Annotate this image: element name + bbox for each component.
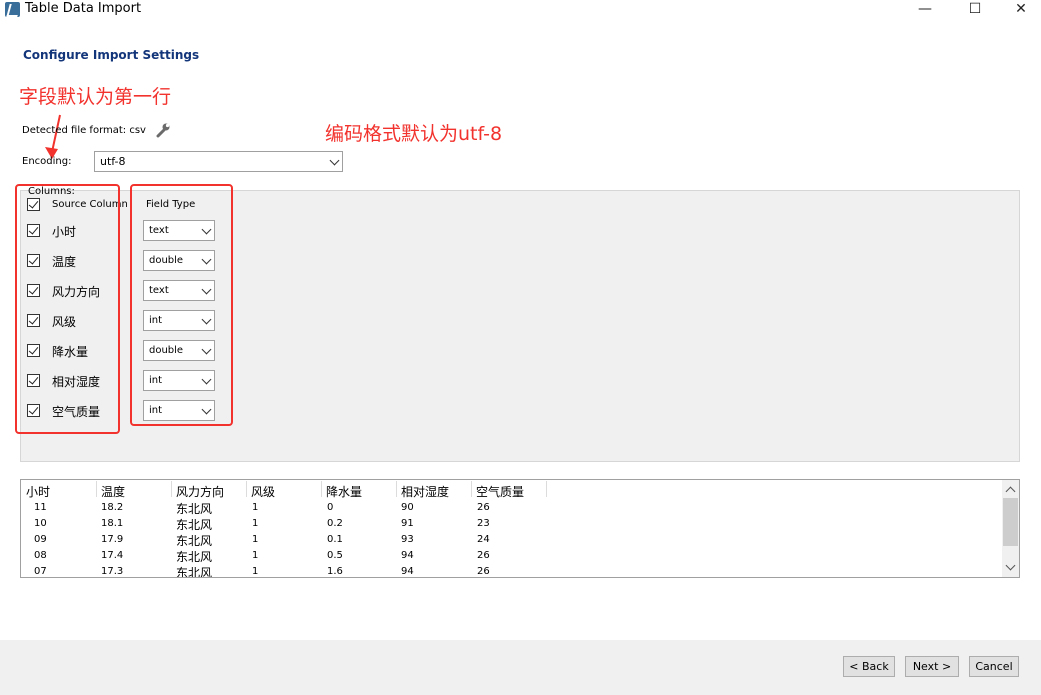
table-cell: 1 (252, 566, 259, 577)
table-cell: 1.6 (327, 566, 343, 577)
encoding-value: utf-8 (100, 155, 126, 168)
column-header[interactable]: 空气质量 (476, 483, 524, 500)
column-divider (96, 481, 97, 497)
table-cell: 东北风 (176, 566, 213, 578)
table-cell: 26 (477, 550, 490, 561)
table-cell: 24 (477, 534, 490, 545)
column-divider (546, 481, 547, 497)
app-logo-icon (5, 2, 20, 17)
table-cell: 18.2 (101, 502, 124, 513)
column-divider (171, 481, 172, 497)
column-divider (471, 481, 472, 497)
table-cell: 17.4 (101, 550, 124, 561)
column-divider (321, 481, 322, 497)
annotation-arrow-down (45, 114, 61, 159)
table-cell: 0.1 (327, 534, 343, 545)
table-cell: 东北风 (176, 518, 213, 532)
chevron-down-icon (329, 155, 340, 166)
column-header[interactable]: 降水量 (326, 483, 362, 500)
table-cell: 东北风 (176, 550, 213, 564)
next-button[interactable]: Next > (905, 656, 959, 677)
vertical-scrollbar[interactable] (1002, 480, 1019, 577)
data-preview-table[interactable]: 小时 温度 风力方向 风级 降水量 相对湿度 空气质量 11 18.2 东北风 … (20, 479, 1020, 578)
page-title: Configure Import Settings (23, 48, 200, 62)
encoding-select[interactable]: utf-8 (94, 151, 343, 172)
table-cell: 11 (34, 502, 47, 513)
encoding-label: Encoding: (22, 156, 72, 167)
maximize-button[interactable]: ☐ (952, 0, 998, 20)
column-header[interactable]: 相对湿度 (401, 483, 449, 500)
scroll-down-icon[interactable] (1005, 560, 1016, 571)
minimize-button[interactable]: — (902, 0, 948, 20)
table-cell: 东北风 (176, 502, 213, 516)
table-cell: 07 (34, 566, 47, 577)
wrench-icon[interactable] (155, 122, 171, 138)
table-cell: 94 (401, 566, 414, 577)
table-cell: 90 (401, 502, 414, 513)
table-cell: 23 (477, 518, 490, 529)
table-cell: 08 (34, 550, 47, 561)
scroll-thumb[interactable] (1003, 498, 1018, 546)
table-cell: 17.3 (101, 566, 124, 577)
column-header[interactable]: 小时 (26, 483, 50, 500)
column-divider (396, 481, 397, 497)
table-cell: 26 (477, 502, 490, 513)
table-header: 小时 温度 风力方向 风级 降水量 相对湿度 空气质量 (21, 480, 1001, 500)
window-title: Table Data Import (25, 1, 142, 16)
table-cell: 10 (34, 518, 47, 529)
annotation-encoding: 编码格式默认为utf-8 (325, 123, 503, 145)
table-cell: 17.9 (101, 534, 124, 545)
column-header[interactable]: 温度 (101, 483, 125, 500)
table-cell: 09 (34, 534, 47, 545)
annotation-first-row: 字段默认为第一行 (19, 86, 172, 108)
table-cell: 1 (252, 534, 259, 545)
table-cell: 0.5 (327, 550, 343, 561)
title-bar: Table Data Import — ☐ ✕ (0, 0, 1041, 20)
table-cell: 1 (252, 502, 259, 513)
scroll-up-icon[interactable] (1005, 486, 1016, 497)
table-cell: 18.1 (101, 518, 124, 529)
table-cell: 0.2 (327, 518, 343, 529)
table-cell: 1 (252, 518, 259, 529)
table-cell: 91 (401, 518, 414, 529)
annotation-box-columns (15, 184, 120, 434)
back-button[interactable]: < Back (843, 656, 895, 677)
table-cell: 1 (252, 550, 259, 561)
table-cell: 93 (401, 534, 414, 545)
detected-format-label: Detected file format: csv (22, 125, 146, 136)
column-header[interactable]: 风力方向 (176, 483, 224, 500)
table-cell: 0 (327, 502, 334, 513)
table-cell: 东北风 (176, 534, 213, 548)
column-divider (246, 481, 247, 497)
table-cell: 94 (401, 550, 414, 561)
table-cell: 26 (477, 566, 490, 577)
column-header[interactable]: 风级 (251, 483, 275, 500)
close-button[interactable]: ✕ (998, 0, 1041, 20)
cancel-button[interactable]: Cancel (969, 656, 1019, 677)
annotation-box-field-types (130, 184, 233, 426)
